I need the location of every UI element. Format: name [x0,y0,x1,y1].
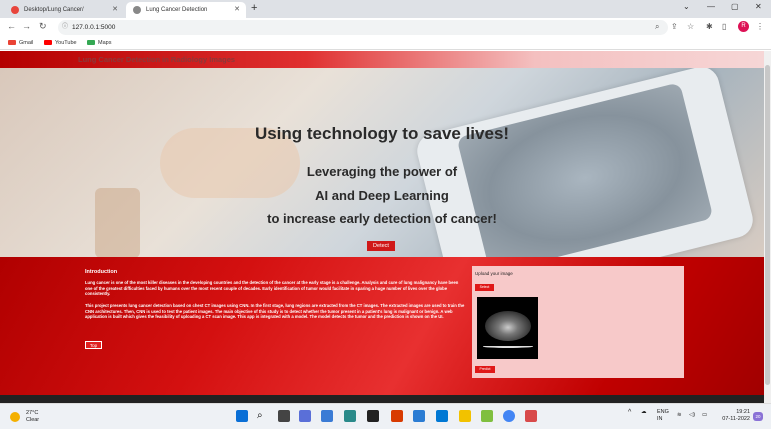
new-tab-button[interactable]: + [251,2,257,14]
weather-condition: Clear [26,416,40,423]
address-bar-row: ← → ↻ ⓘ 127.0.0.1:5000 ⌕ ⇪ ☆ ✱ ▯ ⋮ [0,18,771,37]
lang-code: ENG [657,409,669,415]
chevron-up-icon[interactable]: ^ [628,409,631,416]
web-page: Lung Cancer Detection in Radiology Image… [0,51,764,403]
close-icon[interactable]: ✕ [234,2,240,18]
forward-icon[interactable]: → [22,21,31,31]
windows-start-icon[interactable] [236,410,248,422]
side-panel-icon[interactable]: ▯ [722,22,726,31]
extensions-icon[interactable]: ✱ [706,22,713,31]
file-icon [11,6,19,14]
tab-bar: Desktop/Lung Cancer/ ✕ Lung Cancer Detec… [0,0,771,18]
menu-icon[interactable]: ⋮ [756,22,764,31]
avatar[interactable]: R [738,21,749,32]
scrollbar[interactable] [764,51,771,403]
bookmark-label: YouTube [55,40,77,46]
intro-title: Introduction [85,269,118,275]
language-indicator[interactable]: ENG IN [657,409,669,422]
upload-title: Upload your image [475,271,513,276]
tab-label: Desktop/Lung Cancer/ [24,7,84,13]
office-icon[interactable] [391,410,403,422]
zoom-icon[interactable]: ⌕ [655,22,659,32]
dell-icon[interactable] [367,410,379,422]
page-footer-strip [0,395,764,403]
store-icon[interactable] [344,410,356,422]
ct-body [485,311,531,341]
globe-icon [133,6,141,14]
bookmark-label: Gmail [19,40,34,46]
intro-paragraph-1: Lung cancer is one of the most killer di… [85,280,459,297]
app-icon[interactable] [481,410,493,422]
maximize-icon[interactable]: ▢ [731,2,739,11]
top-button[interactable]: Top [85,341,102,349]
chrome-icon[interactable] [503,410,515,422]
bookmark-gmail[interactable]: Gmail [8,40,33,46]
chat-icon[interactable] [299,410,311,422]
info-icon[interactable]: ⓘ [62,20,68,35]
hero-subtitle-line-3: to increase early detection of cancer! [267,211,497,226]
predict-button[interactable]: Predict [475,366,495,373]
mail-icon[interactable] [436,410,448,422]
gmail-icon [8,40,16,45]
onedrive-icon[interactable]: ☁ [641,409,647,415]
bookmark-youtube[interactable]: YouTube [44,40,77,46]
bookmark-maps[interactable]: Maps [87,40,111,46]
search-icon[interactable]: ⌕ [257,410,269,422]
youtube-icon [44,40,52,45]
tab-label: Lung Cancer Detection [146,7,208,13]
tab-lung-cancer-detection[interactable]: Lung Cancer Detection ✕ [126,2,246,18]
task-view-icon[interactable] [278,410,290,422]
back-icon[interactable]: ← [7,21,16,31]
scrollbar-thumb[interactable] [765,65,770,385]
hero-subtitle-line-1: Leveraging the power of [306,164,458,179]
time: 19:21 [736,409,750,415]
ct-scan-image [477,297,538,359]
taskbar: 27°C Clear ⌕ ^ ☁ ENG IN ≋ ◁) ▭ 19:21 07-… [0,403,771,429]
hero-title: Using technology to save lives! [254,124,510,143]
wifi-icon[interactable]: ≋ [677,412,682,418]
share-icon[interactable]: ⇪ [671,22,678,31]
url-input[interactable]: ⓘ 127.0.0.1:5000 [58,20,668,35]
bookmark-label: Maps [98,40,112,46]
app-icon[interactable] [525,410,537,422]
ct-table [483,345,533,348]
tab-desktop-lung-cancer[interactable]: Desktop/Lung Cancer/ ✕ [4,2,124,18]
detect-button[interactable]: Detect [367,241,395,251]
file-explorer-icon[interactable] [459,410,471,422]
minimize-icon[interactable]: — [707,2,715,11]
reload-icon[interactable]: ↻ [39,21,47,32]
close-window-icon[interactable]: ✕ [755,2,762,11]
intro-paragraph-2: This project presents lung cancer detect… [85,303,465,320]
bookmark-star-icon[interactable]: ☆ [687,22,694,31]
select-button[interactable]: Select [475,284,494,291]
maps-icon [87,40,95,45]
site-header: Lung Cancer Detection in Radiology Image… [0,51,764,68]
close-icon[interactable]: ✕ [112,2,118,18]
clock[interactable]: 19:21 07-11-2022 [714,409,750,423]
moon-icon [10,412,20,422]
hero-subtitle-line-2: AI and Deep Learning [315,188,449,203]
hero-section [0,68,764,257]
date: 07-11-2022 [722,416,750,422]
site-brand[interactable]: Lung Cancer Detection in Radiology Image… [78,55,235,64]
tab-search-icon[interactable]: ⌄ [683,2,690,11]
battery-icon[interactable]: ▭ [702,412,707,418]
upload-card: Upload your image Select Predict [472,266,684,378]
url-text: 127.0.0.1:5000 [72,24,116,31]
volume-icon[interactable]: ◁) [689,412,695,418]
region-code: IN [657,415,663,422]
widgets-icon[interactable] [321,410,333,422]
bookmarks-bar: Gmail YouTube Maps [0,37,771,50]
teams-icon[interactable] [413,410,425,422]
notification-badge[interactable]: 20 [753,412,763,421]
